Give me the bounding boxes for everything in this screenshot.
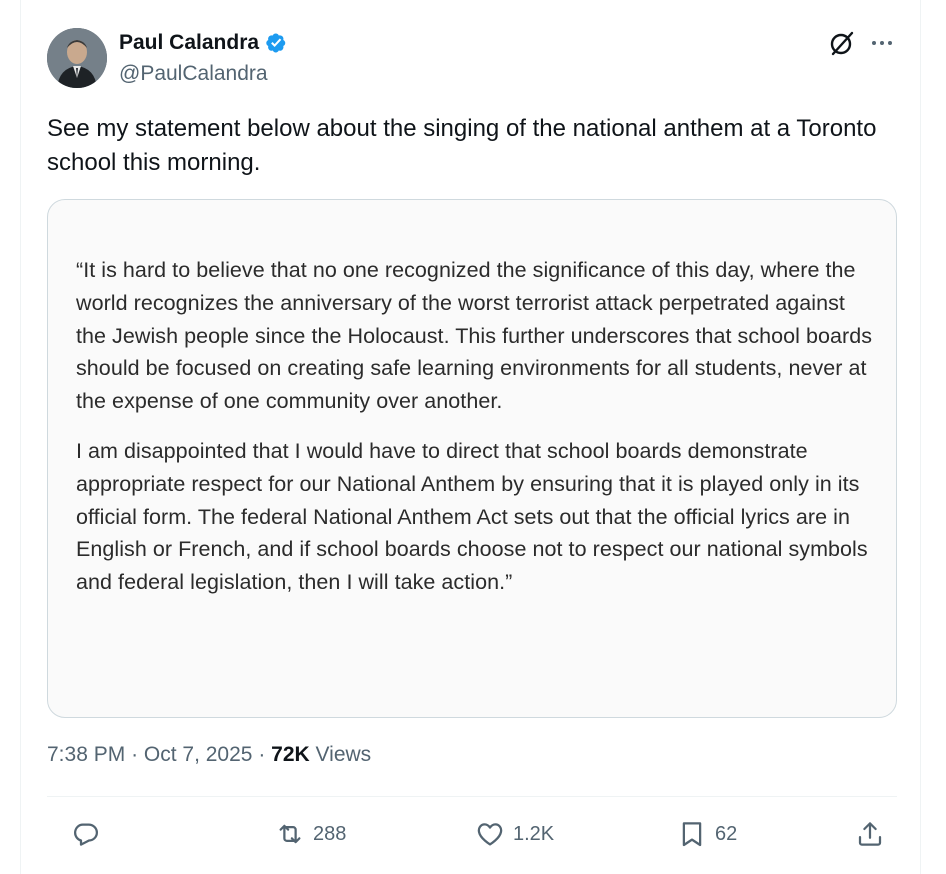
- statement-paragraph: I am disappointed that I would have to d…: [76, 438, 868, 595]
- avatar-image: [47, 28, 107, 88]
- retweet-button[interactable]: 288: [275, 814, 346, 854]
- meta-separator: ·: [258, 743, 266, 766]
- reply-icon: [74, 823, 98, 846]
- bookmark-button[interactable]: 62: [677, 814, 737, 854]
- views-label: Views: [315, 743, 372, 766]
- reply-button[interactable]: [71, 814, 109, 854]
- share-button[interactable]: [855, 814, 885, 854]
- like-count: 1.2K: [513, 822, 555, 845]
- retweet-count: 288: [313, 822, 347, 845]
- avatar[interactable]: [47, 28, 107, 88]
- more-icon[interactable]: [867, 28, 897, 58]
- views-count: 72K: [271, 743, 310, 766]
- verified-badge-icon: [264, 30, 289, 55]
- like-button[interactable]: 1.2K: [475, 814, 554, 854]
- grok-icon[interactable]: [827, 28, 857, 58]
- meta-separator: ·: [131, 743, 139, 766]
- tweet-date[interactable]: Oct 7, 2025: [144, 743, 253, 766]
- statement-text: “It is hard to believe that no one recog…: [76, 254, 876, 599]
- tweet-text: See my statement below about the singing…: [47, 115, 877, 176]
- statement-image[interactable]: “It is hard to believe that no one recog…: [47, 199, 897, 718]
- action-bar: 288 1.2K 62: [47, 814, 897, 854]
- like-icon: [477, 823, 503, 846]
- share-icon: [858, 822, 882, 846]
- tweet-time[interactable]: 7:38 PM: [47, 743, 125, 766]
- bookmark-count: 62: [715, 822, 738, 845]
- tweet-meta: 7:38 PM · Oct 7, 2025 · 72K Views: [47, 743, 371, 767]
- author-display-name[interactable]: Paul Calandra: [119, 31, 259, 55]
- bookmark-icon: [682, 822, 702, 847]
- tweet-card: Paul Calandra @PaulCalandra See my state…: [20, 0, 921, 874]
- statement-paragraph: “It is hard to believe that no one recog…: [76, 258, 873, 414]
- divider: [47, 796, 897, 797]
- author-name-row[interactable]: Paul Calandra: [119, 30, 289, 55]
- retweet-icon: [279, 824, 301, 844]
- author-handle[interactable]: @PaulCalandra: [119, 62, 268, 86]
